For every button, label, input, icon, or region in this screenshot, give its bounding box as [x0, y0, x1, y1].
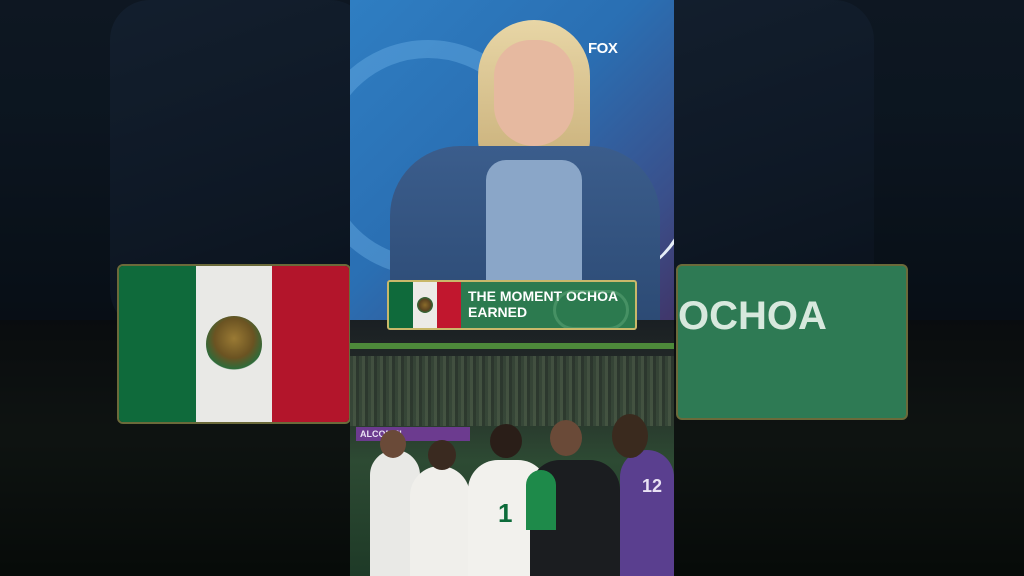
mexico-emblem-icon	[206, 316, 262, 372]
keeper-number: 12	[642, 476, 663, 496]
lower-third-banner: THE MOMENT OCHOA EARNED	[387, 280, 637, 330]
mexico-emblem-icon	[417, 297, 433, 313]
banner-pattern	[553, 290, 629, 328]
jersey-number: 1	[498, 498, 513, 528]
presenter	[390, 20, 660, 326]
fox-logo: FOX	[588, 40, 618, 57]
blurred-banner-text: OCHOA	[678, 294, 827, 338]
blurred-mexico-flag-icon	[117, 264, 351, 424]
blurred-lower-third: OCHOA	[676, 264, 908, 420]
mexico-flag-icon	[389, 282, 461, 328]
